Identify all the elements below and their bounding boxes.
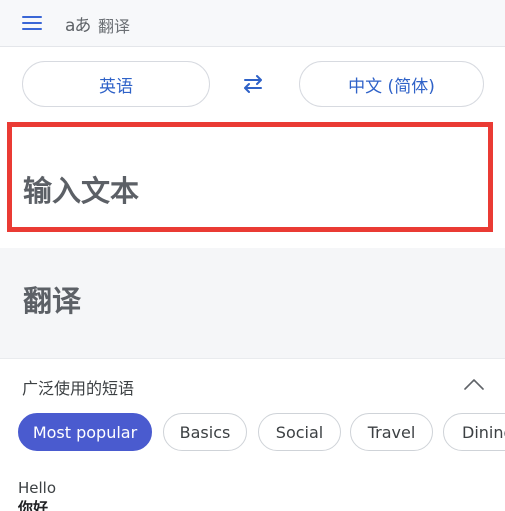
source-text-area[interactable]: 输入文本 — [0, 120, 505, 240]
app-bar: aあ 翻译 — [0, 0, 505, 47]
target-language-button[interactable]: 中文 (简体) — [299, 61, 484, 107]
phrase-target-text[interactable]: 你好 — [18, 497, 48, 511]
source-language-label: 英语 — [99, 76, 133, 97]
app-title: 翻译 — [98, 17, 131, 36]
translation-output-area: 翻译 — [0, 248, 505, 358]
common-phrases-title: 广泛使用的短语 — [22, 379, 135, 398]
chip-most-popular[interactable]: Most popular — [18, 413, 152, 451]
source-language-button[interactable]: 英语 — [22, 61, 210, 107]
translation-output-label: 翻译 — [23, 284, 82, 318]
target-language-label: 中文 (简体) — [348, 76, 435, 97]
chip-basics[interactable]: Basics — [163, 413, 247, 451]
translate-page: aあ 翻译 英语 中文 (简体) 输入文本 翻译 广泛使用的短语 Most po… — [0, 0, 505, 511]
menu-icon[interactable] — [22, 14, 44, 32]
common-phrases-section: 广泛使用的短语 Most popular Basics Social Trave… — [0, 358, 505, 511]
language-selector: 英语 中文 (简体) — [0, 47, 505, 120]
phrase-source-text[interactable]: Hello — [18, 479, 56, 497]
phrase-category-chips: Most popular Basics Social Travel Dining — [18, 413, 505, 453]
chip-travel[interactable]: Travel — [350, 413, 433, 451]
source-text-placeholder: 输入文本 — [23, 174, 140, 208]
chip-social[interactable]: Social — [258, 413, 341, 451]
translate-logo-icon: aあ — [65, 16, 91, 36]
chevron-up-icon[interactable] — [463, 377, 485, 391]
chip-dining[interactable]: Dining — [443, 413, 505, 451]
swap-icon[interactable] — [240, 73, 266, 95]
